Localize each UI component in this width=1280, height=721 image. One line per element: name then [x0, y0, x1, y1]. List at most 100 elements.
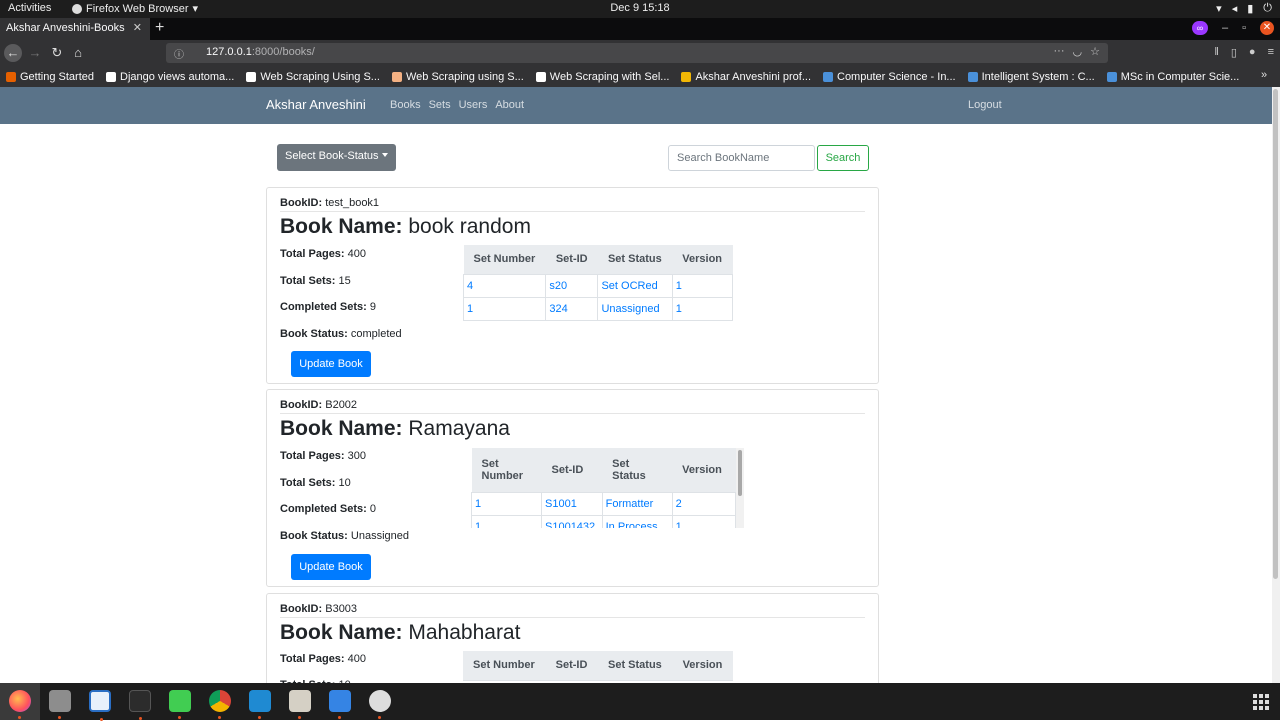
minimize-button[interactable]: –: [1222, 22, 1228, 34]
bookmark-star-icon[interactable]: ☆: [1090, 45, 1100, 58]
reload-button[interactable]: ↻: [48, 44, 66, 62]
files-icon[interactable]: [49, 690, 71, 719]
set-status-cell[interactable]: Unassigned: [597, 296, 673, 321]
firefox-icon[interactable]: [9, 690, 31, 719]
bookmark-item[interactable]: Web Scraping with Sel...: [535, 70, 670, 83]
version-cell[interactable]: 1: [671, 273, 734, 298]
site-info-icon[interactable]: ⓘ: [174, 46, 184, 61]
update-book-button[interactable]: Update Book: [291, 351, 371, 377]
set-number-cell[interactable]: 4: [462, 273, 547, 298]
set-id-cell[interactable]: S1001432: [541, 514, 603, 528]
bookmark-item[interactable]: MSc in Computer Scie...: [1106, 71, 1239, 83]
set-status-cell[interactable]: Formatter: [601, 491, 673, 516]
set-id-cell[interactable]: 324: [545, 296, 599, 321]
bookmark-favicon-icon: [6, 71, 16, 82]
menu-icon[interactable]: ≡: [1268, 46, 1274, 59]
todo-icon[interactable]: [329, 690, 351, 719]
col-set-id: Set-ID: [545, 245, 598, 275]
search-input[interactable]: [668, 145, 815, 171]
book-id: BookID: test_book1: [280, 197, 380, 209]
bookmark-label: Getting Started: [20, 70, 94, 83]
pocket-icon[interactable]: ◡: [1073, 45, 1083, 58]
new-tab-button[interactable]: +: [155, 19, 164, 37]
writer-icon[interactable]: [89, 690, 111, 721]
set-status-cell[interactable]: In Process: [601, 514, 673, 528]
url-bar[interactable]: ⓘ 127.0.0.1:8000/books/ ··· ◡ ☆: [166, 43, 1108, 63]
total-pages: Total Pages: 300: [280, 450, 367, 462]
nav-sets[interactable]: Sets: [429, 99, 451, 111]
page-scrollbar-thumb[interactable]: [1273, 89, 1278, 579]
bookmark-item[interactable]: Django views automa...: [106, 71, 234, 83]
bookmark-item[interactable]: Computer Science - In...: [823, 71, 956, 83]
vscode-icon[interactable]: [249, 690, 271, 719]
col-set-number: Set Number: [471, 448, 542, 493]
table-scrollbar-thumb[interactable]: [738, 450, 742, 496]
bookmark-favicon-icon: [391, 71, 402, 82]
library-icon[interactable]: ‖: [1214, 46, 1219, 59]
table-scrollbar[interactable]: [736, 448, 744, 528]
browser-toolbar: ← → ↻ ⌂ ⓘ 127.0.0.1:8000/books/ ··· ◡ ☆ …: [0, 40, 1280, 66]
sidebar-icon[interactable]: ▯: [1231, 46, 1237, 59]
set-number-cell[interactable]: 1: [471, 514, 542, 528]
bookmark-item[interactable]: Akshar Anveshini prof...: [681, 71, 811, 83]
calculator-icon[interactable]: [289, 690, 311, 719]
system-top-bar: Activities Firefox Web Browser ▾ Dec 9 1…: [0, 0, 1280, 18]
qt-creator-icon[interactable]: [169, 690, 191, 719]
bookmark-favicon-icon: [681, 71, 692, 82]
update-book-button[interactable]: Update Book: [291, 554, 371, 580]
bookmark-item[interactable]: Intelligent System : C...: [967, 70, 1095, 83]
version-cell[interactable]: 1: [671, 514, 737, 528]
bookmark-label: Web Scraping Using S...: [260, 70, 380, 83]
set-number-cell[interactable]: 1: [471, 491, 542, 516]
set-id-cell[interactable]: S1001: [541, 491, 603, 516]
bookmark-favicon-icon: [535, 71, 546, 82]
bookmark-item[interactable]: Getting Started: [6, 71, 94, 83]
home-button[interactable]: ⌂: [69, 44, 87, 62]
table-row: 1 324 Unassigned 1: [462, 296, 734, 321]
url-path: :8000/books/: [251, 46, 315, 58]
sets-table-scroll[interactable]: Set Number Set-ID Set Status Version 1 S…: [471, 448, 744, 528]
site-brand[interactable]: Akshar Anveshini: [266, 97, 366, 112]
bookmark-favicon-icon: [246, 71, 257, 82]
volume-icon: ◂: [1231, 3, 1238, 15]
chat-icon[interactable]: [369, 690, 391, 719]
search-button[interactable]: Search: [817, 145, 869, 171]
account-icon[interactable]: ●: [1249, 46, 1256, 59]
page-actions-icon[interactable]: ···: [1054, 45, 1065, 58]
book-card: BookID: test_book1 Book Name: book rando…: [266, 187, 879, 384]
col-version: Version: [672, 245, 733, 275]
nav-about[interactable]: About: [495, 99, 524, 111]
browser-tab[interactable]: Akshar Anveshini-Books ✕: [0, 18, 150, 40]
restore-button[interactable]: ▫: [1242, 22, 1246, 34]
system-tray[interactable]: ▾ ◂ ▮ ⏻: [1216, 2, 1272, 15]
clock[interactable]: Dec 9 15:18: [0, 2, 1280, 14]
set-number-cell[interactable]: 1: [462, 296, 547, 321]
bookmark-label: Intelligent System : C...: [981, 70, 1095, 83]
tab-strip: Akshar Anveshini-Books ✕ + ∞ – ▫ ✕: [0, 18, 1280, 40]
chrome-icon[interactable]: [209, 690, 231, 719]
terminal-icon[interactable]: [129, 690, 151, 720]
version-cell[interactable]: 2: [671, 491, 737, 516]
back-button[interactable]: ←: [4, 44, 22, 62]
col-version: Version: [672, 448, 736, 493]
book-status: Book Status: completed: [280, 328, 402, 340]
bookmark-item[interactable]: Web Scraping Using S...: [246, 71, 380, 83]
total-sets: Total Sets: 15: [280, 275, 351, 287]
bookmark-label: Web Scraping with Sel...: [549, 70, 670, 83]
book-status-dropdown[interactable]: Select Book-Status: [277, 144, 396, 171]
nav-users[interactable]: Users: [459, 99, 488, 111]
close-window-button[interactable]: ✕: [1260, 21, 1274, 35]
show-applications-icon[interactable]: [1253, 694, 1269, 710]
forward-button[interactable]: →: [26, 44, 44, 62]
book-id: BookID: B3003: [280, 603, 358, 615]
nav-books[interactable]: Books: [390, 99, 421, 111]
bookmark-item[interactable]: Web Scraping using S...: [391, 71, 524, 83]
close-tab-icon[interactable]: ✕: [133, 21, 142, 34]
page-scrollbar[interactable]: [1272, 87, 1280, 683]
set-status-cell[interactable]: Set OCRed: [597, 273, 673, 298]
set-id-cell[interactable]: s20: [545, 273, 599, 298]
version-cell[interactable]: 1: [671, 296, 734, 321]
col-set-number: Set Number: [463, 245, 546, 275]
bookmarks-overflow-icon[interactable]: »: [1261, 69, 1272, 81]
logout-link[interactable]: Logout: [968, 99, 1002, 111]
